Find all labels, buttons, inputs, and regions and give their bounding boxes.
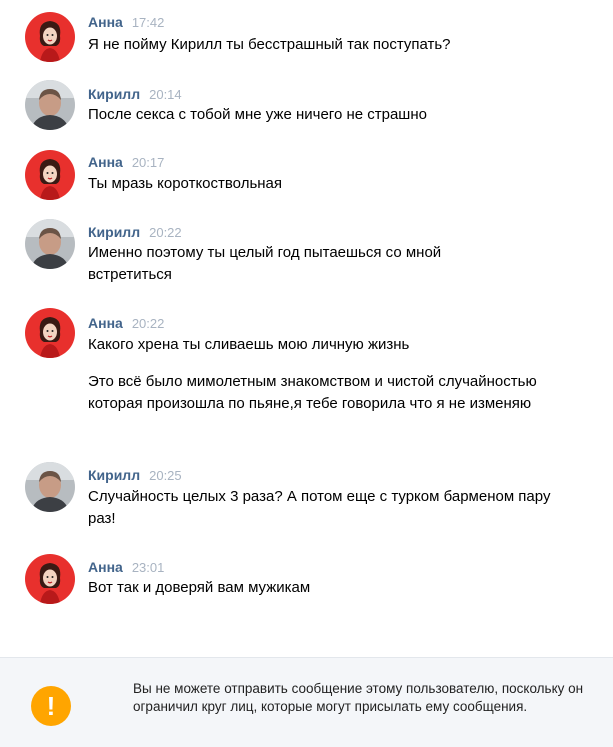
author-name[interactable]: Анна [88,14,123,30]
anna-avatar[interactable] [25,308,75,358]
message-time[interactable]: 20:17 [132,155,165,170]
message-time[interactable]: 20:22 [132,316,165,331]
message-text: Именно поэтому ты целый год пытаешься со… [88,244,442,283]
kirill-avatar[interactable] [25,462,75,512]
message-time[interactable]: 17:42 [132,15,165,30]
author-name[interactable]: Анна [88,559,123,575]
author-name[interactable]: Кирилл [88,467,140,483]
anna-avatar[interactable] [25,554,75,604]
message-text: Это всё было мимолетным знакомством и чи… [88,373,537,412]
message-text: Вот так и доверяй вам мужикам [88,579,311,596]
message-text: После секса с тобой мне уже ничего не ст… [88,106,427,123]
message-time[interactable]: 20:14 [149,87,182,102]
kirill-avatar[interactable] [25,219,75,269]
author-name[interactable]: Кирилл [88,86,140,102]
message-time[interactable]: 23:01 [132,560,165,575]
anna-avatar[interactable] [25,150,75,200]
notice-text: Вы не можете отправить сообщение этому п… [133,681,584,714]
write-restriction-notice: ! Вы не можете отправить сообщение этому… [0,657,613,747]
message-time[interactable]: 20:22 [149,225,182,240]
message-text: Случайность целых 3 раза? А потом еще с … [88,488,551,527]
author-name[interactable]: Анна [88,315,123,331]
message-text: Ты мразь короткоствольная [88,175,283,192]
anna-avatar[interactable] [25,12,75,62]
author-name[interactable]: Анна [88,154,123,170]
warning-icon: ! [31,686,71,726]
kirill-avatar[interactable] [25,80,75,130]
message-time[interactable]: 20:25 [149,468,182,483]
message-text: Какого хрена ты сливаешь мою личную жизн… [88,336,410,353]
author-name[interactable]: Кирилл [88,224,140,240]
message-text: Я не пойму Кирилл ты бесстрашный так пос… [88,36,451,53]
